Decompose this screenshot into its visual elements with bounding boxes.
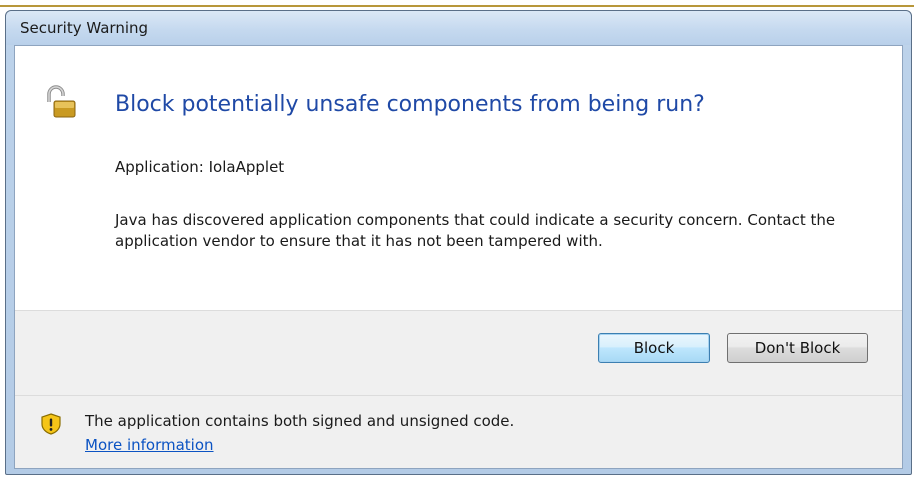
unlocked-padlock-icon	[41, 84, 77, 120]
security-warning-dialog: Security Warning Block potentially unsaf…	[5, 10, 912, 475]
warning-description: Java has discovered application componen…	[115, 211, 836, 250]
title-bar[interactable]: Security Warning	[6, 11, 911, 45]
main-content: Block potentially unsafe components from…	[15, 46, 902, 310]
screenshot-canvas: Security Warning Block potentially unsaf…	[0, 0, 914, 479]
footer-panel: The application contains both signed and…	[15, 396, 902, 468]
top-divider	[0, 5, 914, 7]
block-button[interactable]: Block	[598, 333, 710, 363]
dialog-heading: Block potentially unsafe components from…	[115, 92, 705, 117]
more-information-link[interactable]: More information	[85, 436, 214, 454]
dialog-body: Block potentially unsafe components from…	[14, 45, 903, 469]
warning-shield-icon	[39, 412, 63, 436]
application-name: Application: IolaApplet	[115, 158, 285, 176]
button-bar: Block Don't Block	[15, 310, 902, 396]
window-title: Security Warning	[20, 19, 149, 37]
dont-block-button[interactable]: Don't Block	[727, 333, 868, 363]
footer-message: The application contains both signed and…	[85, 412, 515, 430]
